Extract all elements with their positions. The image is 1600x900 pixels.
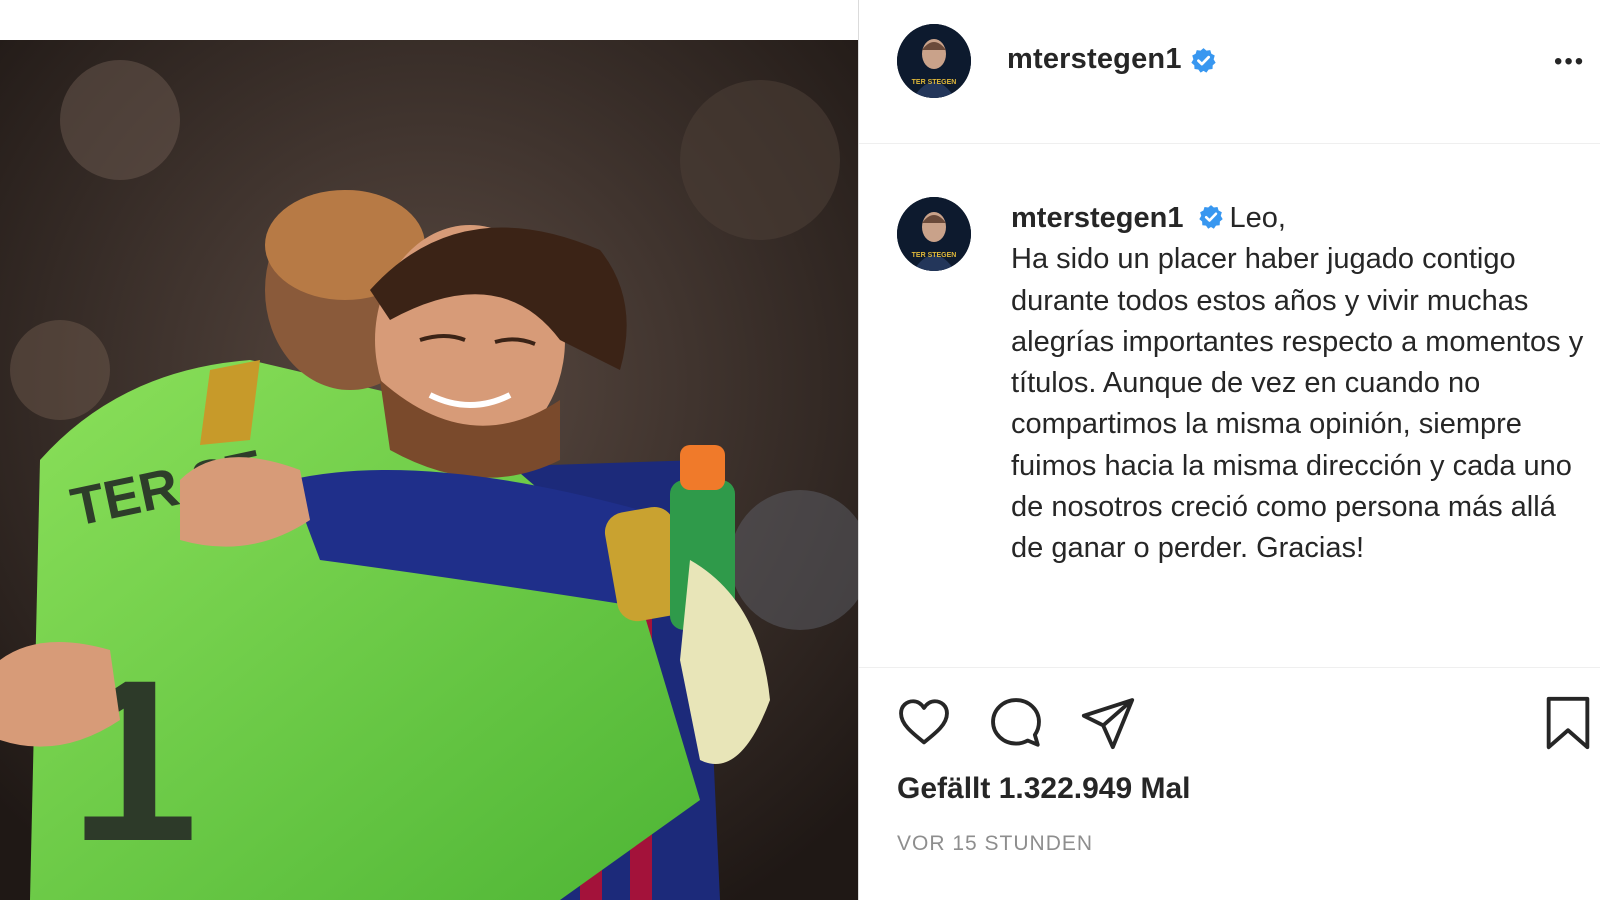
bookmark-icon[interactable] <box>1539 694 1597 752</box>
header-username[interactable]: mterstegen1 <box>1007 43 1182 76</box>
heart-icon[interactable] <box>895 694 953 752</box>
post-header: TER STEGEN mterstegen1 ••• <box>859 0 1600 144</box>
caption-text: Leo, Ha sido un placer haber jugado cont… <box>1011 202 1584 565</box>
verified-badge-icon <box>1191 48 1216 73</box>
comment-bubble-icon[interactable] <box>987 694 1045 752</box>
divider <box>859 667 1600 668</box>
svg-text:TER STEGEN: TER STEGEN <box>912 79 957 86</box>
svg-text:TER STEGEN: TER STEGEN <box>912 252 957 259</box>
post-photo[interactable]: uten TER ST 1 <box>0 40 858 900</box>
top-strip <box>0 0 858 40</box>
verified-badge-icon <box>1198 205 1223 229</box>
caption-avatar[interactable]: TER STEGEN <box>897 197 971 271</box>
more-options-icon[interactable]: ••• <box>1554 48 1585 76</box>
paper-plane-icon[interactable] <box>1079 694 1137 752</box>
avatar[interactable]: TER STEGEN <box>897 24 971 98</box>
likes-count[interactable]: Gefällt 1.322.949 Mal <box>897 772 1191 806</box>
caption-username[interactable]: mterstegen1 <box>1011 202 1183 234</box>
caption: mterstegen1 Leo, Ha sido un placer haber… <box>1011 198 1591 570</box>
post-details-panel: TER STEGEN mterstegen1 ••• TER STEGEN mt… <box>859 0 1600 900</box>
post-timestamp[interactable]: VOR 15 STUNDEN <box>897 832 1093 856</box>
